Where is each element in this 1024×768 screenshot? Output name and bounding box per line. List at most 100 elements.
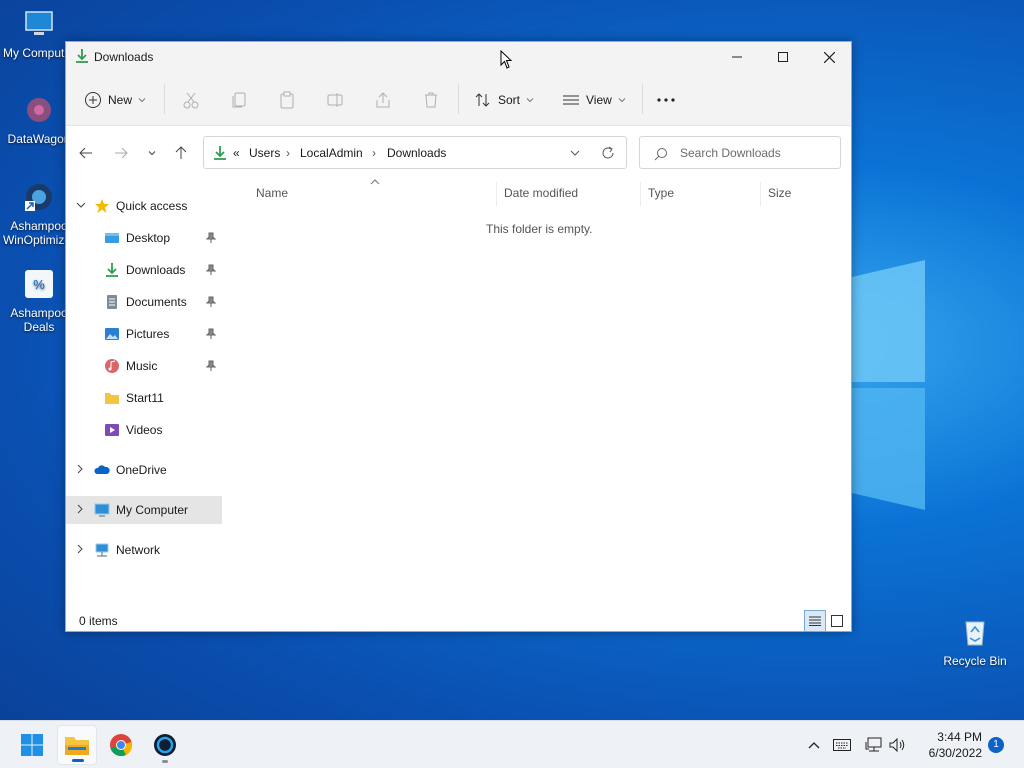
column-divider[interactable]: [496, 182, 497, 206]
minimize-button[interactable]: [714, 42, 760, 72]
taskbar-chrome[interactable]: [101, 725, 141, 765]
column-header-date-modified[interactable]: Date modified: [504, 186, 578, 200]
running-app-indicator: [162, 760, 168, 763]
system-clock[interactable]: 3:44 PM 6/30/2022: [912, 729, 982, 761]
sidebar-item-desktop[interactable]: Desktop: [66, 224, 222, 252]
paste-button[interactable]: [278, 88, 296, 112]
volume-icon: [889, 738, 905, 752]
show-hidden-icons-button[interactable]: [804, 735, 824, 755]
pin-icon[interactable]: [206, 264, 216, 276]
details-view-button[interactable]: [804, 610, 826, 632]
volume-tray-button[interactable]: [888, 735, 908, 755]
view-list-icon: [563, 95, 579, 105]
search-icon: [654, 148, 667, 161]
recent-locations-button[interactable]: [142, 144, 162, 162]
search-box[interactable]: Search Downloads: [639, 136, 841, 169]
share-button[interactable]: [374, 88, 392, 112]
chevron-down-icon: [618, 98, 626, 103]
sidebar-item-label: Quick access: [116, 199, 188, 213]
close-icon: [823, 51, 835, 63]
close-button[interactable]: [806, 42, 852, 72]
maximize-button[interactable]: [760, 42, 806, 72]
up-button[interactable]: [171, 144, 191, 162]
arrow-up-icon: [175, 146, 187, 159]
sidebar-item-pictures[interactable]: Pictures: [66, 320, 222, 348]
chrome-icon: [110, 734, 132, 757]
toolbar-divider: [164, 84, 165, 114]
taskbar-start11[interactable]: [145, 725, 185, 765]
sort-button[interactable]: Sort: [474, 88, 534, 112]
datawagon-icon: [27, 98, 51, 122]
breadcrumb-overflow[interactable]: «: [233, 146, 240, 160]
sidebar-item-quick-access[interactable]: Quick access: [66, 192, 222, 220]
desktop-icon-recycle-bin[interactable]: Recycle Bin: [936, 616, 1014, 668]
onedrive-icon: [94, 465, 110, 474]
pin-icon[interactable]: [206, 296, 216, 308]
deals-icon: %: [25, 270, 53, 298]
forward-button[interactable]: [111, 144, 131, 162]
maximize-icon: [778, 52, 788, 62]
toolbar-divider: [458, 84, 459, 114]
pin-icon[interactable]: [206, 360, 216, 372]
status-item-count: 0 items: [79, 614, 118, 628]
arrow-left-icon: [79, 147, 92, 159]
sidebar-item-start11[interactable]: Start11: [66, 384, 222, 412]
pictures-icon: [105, 328, 119, 340]
breadcrumb-downloads[interactable]: Downloads: [387, 146, 446, 160]
sidebar-item-videos[interactable]: Videos: [66, 416, 222, 444]
sidebar-item-documents[interactable]: Documents: [66, 288, 222, 316]
monitor-icon: [94, 503, 110, 517]
refresh-icon[interactable]: [601, 146, 615, 160]
breadcrumb-separator: ›: [286, 146, 290, 160]
chevron-down-icon: [148, 151, 156, 156]
downloads-icon: [214, 146, 226, 160]
taskbar: 3:44 PM 6/30/2022 1: [0, 720, 1024, 768]
back-button[interactable]: [76, 144, 96, 162]
svg-text:%: %: [33, 277, 45, 292]
sort-ascending-icon: [370, 179, 380, 185]
rename-button[interactable]: [326, 88, 344, 112]
sidebar-item-onedrive[interactable]: OneDrive: [66, 456, 222, 484]
column-divider[interactable]: [640, 182, 641, 206]
empty-folder-message: This folder is empty.: [486, 222, 593, 236]
pin-icon[interactable]: [206, 232, 216, 244]
breadcrumb-localadmin[interactable]: LocalAdmin: [300, 146, 363, 160]
tiles-view-button[interactable]: [826, 610, 848, 632]
more-icon: [657, 98, 675, 102]
sidebar-item-downloads[interactable]: Downloads: [66, 256, 222, 284]
column-header-type[interactable]: Type: [648, 186, 674, 200]
delete-button[interactable]: [422, 88, 440, 112]
network-tray-icon: [865, 737, 882, 752]
sidebar-item-my-computer[interactable]: My Computer: [66, 496, 222, 524]
breadcrumb-users[interactable]: Users: [249, 146, 280, 160]
trash-icon: [425, 92, 437, 108]
title-bar[interactable]: Downloads: [66, 42, 851, 72]
address-history-chevron-icon[interactable]: [570, 149, 580, 157]
sidebar-item-music[interactable]: Music: [66, 352, 222, 380]
new-button[interactable]: New: [84, 88, 146, 112]
more-options-button[interactable]: [656, 88, 676, 112]
windows-wallpaper-logo: [852, 260, 925, 510]
chevron-right-icon: [77, 504, 83, 514]
sidebar-item-network[interactable]: Network: [66, 536, 222, 564]
column-header-size[interactable]: Size: [768, 186, 791, 200]
view-button[interactable]: View: [562, 88, 626, 112]
toolbar-divider: [642, 84, 643, 114]
taskbar-file-explorer[interactable]: [57, 725, 97, 765]
downloads-icon: [106, 263, 118, 277]
copy-button[interactable]: [230, 88, 248, 112]
new-label: New: [108, 93, 133, 107]
mouse-cursor-icon: [500, 50, 513, 69]
downloads-icon: [76, 49, 88, 63]
keyboard-tray-button[interactable]: [832, 735, 852, 755]
sidebar-item-label: Desktop: [126, 231, 171, 245]
sidebar-item-label: Documents: [126, 295, 187, 309]
address-bar[interactable]: « Users › LocalAdmin › Downloads: [203, 136, 627, 169]
column-header-name[interactable]: Name: [256, 186, 288, 200]
start-button[interactable]: [12, 725, 52, 765]
column-divider[interactable]: [760, 182, 761, 206]
cut-button[interactable]: [182, 88, 200, 112]
pin-icon[interactable]: [206, 328, 216, 340]
notification-badge[interactable]: 1: [988, 737, 1004, 753]
network-tray-button[interactable]: [864, 735, 884, 755]
